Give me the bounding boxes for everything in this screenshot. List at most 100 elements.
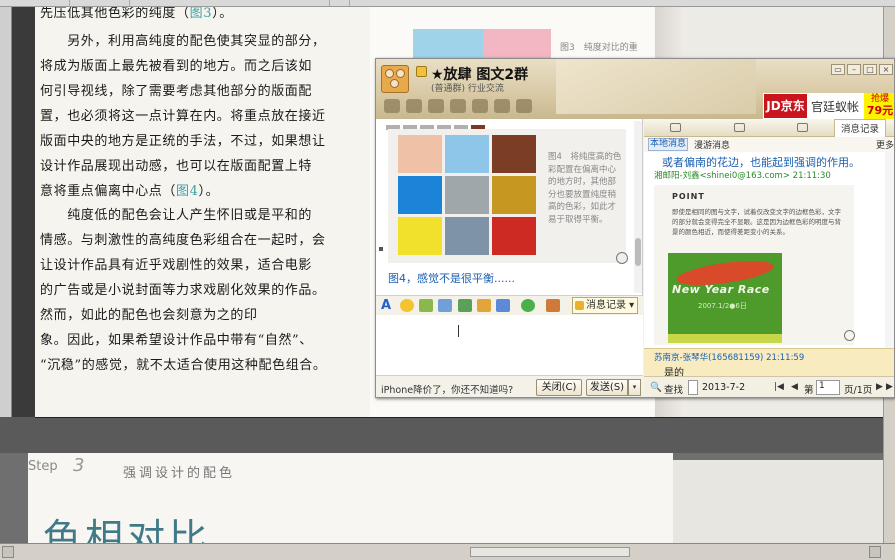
bubble-icon[interactable] xyxy=(496,299,510,312)
scroll-thumb[interactable] xyxy=(470,547,630,557)
book-paragraph-2: 另外，利用高纯度的配色使其突显的部分， 将成为版面上最先被看到的地方。而之后该如何… xyxy=(40,29,330,204)
chat-message-area[interactable]: 图4 将纯度高的色彩配置在偏离中心的地方时，其他部分也要放置纯度稍高的色彩，如此… xyxy=(376,119,643,295)
page-input[interactable]: 1 xyxy=(816,380,840,395)
color-swatch xyxy=(398,176,442,214)
calendar-icon[interactable] xyxy=(688,380,698,395)
zoom-icon[interactable] xyxy=(616,252,628,264)
paragraph-text: ）。 xyxy=(198,184,220,199)
toolbar-segment[interactable] xyxy=(70,0,130,6)
window-icon[interactable] xyxy=(797,123,808,132)
paragraph-line: 另外，利用高纯度的配色使其突显的部分， xyxy=(40,34,326,49)
chat-message: 图4，感觉不是很平衡...... xyxy=(388,272,515,285)
tab-message-history-label: 消息记录 xyxy=(841,124,880,135)
section-title: 色相对比 xyxy=(43,516,212,543)
more-link[interactable]: 更多 xyxy=(876,138,894,151)
screenshot-icon[interactable] xyxy=(438,299,452,312)
history-sender: 湘邮阳-刘鑫<shinei0@163.com> 21:11:30 xyxy=(654,171,831,181)
message-input[interactable] xyxy=(376,315,643,375)
history-messages[interactable]: 或者偏南的花边，也能起到强调的作用。 湘邮阳-刘鑫<shinei0@163.co… xyxy=(644,152,894,348)
red-packet-icon[interactable] xyxy=(521,299,535,312)
history-shared-image[interactable]: POINT 即使是相同的图与文字，试着仅改变文字的边框色彩，文字的部分就会变得完… xyxy=(654,185,854,345)
header-skin-decoration xyxy=(556,59,756,114)
tab-local-messages[interactable]: 本地消息 xyxy=(648,138,688,151)
ad-banner[interactable]: JD京东 官廷蚁帐 抢爆 79元 xyxy=(763,93,894,119)
gear-icon[interactable] xyxy=(516,99,532,113)
ad-text-link[interactable]: iPhone降价了，你还不知道吗? xyxy=(381,382,513,396)
color-swatch xyxy=(398,135,442,173)
last-page-icon[interactable]: ▶| xyxy=(886,382,894,392)
window-controls: ▭ – □ × xyxy=(829,61,893,75)
page-total: 页/1页 xyxy=(844,385,873,396)
figure3-caption: 图3 纯度对比的重 xyxy=(560,43,638,53)
music-icon[interactable] xyxy=(477,299,491,312)
paragraph-line: 设计作品展现出动感，也可以在版面配置上特 xyxy=(40,159,313,174)
history-tabs: 消息记录 xyxy=(644,119,894,137)
prev-page-icon[interactable]: ◀ xyxy=(791,382,798,392)
search-label[interactable]: 查找 xyxy=(664,382,683,396)
tool-icon[interactable] xyxy=(546,299,560,312)
group-avatar[interactable] xyxy=(381,65,409,93)
paragraph-line: 象。因此，如果希望设计作品中带有“自然”、 xyxy=(40,333,313,348)
video-icon[interactable] xyxy=(428,99,444,113)
message-bullet xyxy=(379,247,383,251)
chat-header: ★放肆 图文2群 (普通群) 行业交流 ▭ – □ × JD京东 官廷蚁帐 抢爆 79元 xyxy=(376,59,894,119)
history-icon xyxy=(575,301,584,310)
paragraph-line: 纯度低的配色会让人产生怀旧或是平和的 xyxy=(40,208,313,223)
send-button[interactable]: 发送(S) xyxy=(586,379,628,396)
next-page-icon[interactable]: ▶ xyxy=(876,382,883,392)
maximize-button[interactable]: □ xyxy=(863,64,877,75)
step-title: 强调设计的配色 xyxy=(123,466,236,481)
toolbar-segment[interactable] xyxy=(0,0,70,6)
image-icon[interactable] xyxy=(458,299,472,312)
emoji-icon[interactable] xyxy=(400,299,414,312)
ad-price: 79元 xyxy=(866,104,894,117)
paragraph-line: 将成为版面上最先被看到的地方。而之后该如 xyxy=(40,59,313,74)
history-navigation: 🔍 查找 2013-7-2 |◀ ◀ 第 1 页/1页 ▶ ▶| xyxy=(644,376,894,397)
poster-date: 2007.1/2●6日 xyxy=(698,302,747,310)
toolbar-segment[interactable] xyxy=(330,0,350,6)
scroll-thumb[interactable] xyxy=(635,238,641,266)
font-icon[interactable]: A xyxy=(381,299,395,312)
toolbar-segment[interactable] xyxy=(130,0,330,6)
reader-left-gutter xyxy=(0,7,35,417)
chat-scrollbar[interactable] xyxy=(634,121,642,293)
history-message: 或者偏南的花边，也能起到强调的作用。 xyxy=(662,156,860,169)
zoom-icon[interactable] xyxy=(844,330,855,341)
tab-roaming-messages[interactable]: 漫游消息 xyxy=(694,138,730,151)
send-options-dropdown[interactable]: ▾ xyxy=(628,379,641,396)
shared-image[interactable]: 图4 将纯度高的色彩配置在偏离中心的地方时，其他部分也要放置纯度稍高的色彩，如此… xyxy=(388,129,626,263)
scroll-left-button[interactable] xyxy=(2,546,14,558)
message-history-button[interactable]: 消息记录 ▾ xyxy=(572,297,638,314)
color-swatch xyxy=(445,217,489,255)
list-icon[interactable] xyxy=(734,123,745,132)
home-icon[interactable] xyxy=(384,99,400,113)
members-icon[interactable] xyxy=(670,123,681,132)
date-label[interactable]: 2013-7-2 xyxy=(702,382,745,393)
reader-horizontal-scrollbar[interactable] xyxy=(0,543,895,560)
audio-icon[interactable] xyxy=(450,99,466,113)
app-icon[interactable] xyxy=(494,99,510,113)
color-swatch xyxy=(398,217,442,255)
page-label: 第 xyxy=(804,385,814,396)
magic-emoji-icon[interactable] xyxy=(419,299,433,312)
image-point-label: POINT xyxy=(672,192,705,201)
history-scrollbar[interactable] xyxy=(885,152,894,348)
scroll-right-button[interactable] xyxy=(869,546,881,558)
chat-top-toolbar xyxy=(384,99,538,116)
close-window-button[interactable]: × xyxy=(879,64,893,75)
history-subtabs: 本地消息 漫游消息 更多 xyxy=(644,137,894,152)
file-icon[interactable] xyxy=(472,99,488,113)
close-button[interactable]: 关闭(C) xyxy=(536,379,582,396)
chat-subtitle: (普通群) 行业交流 xyxy=(431,84,504,94)
figure4-caption: 图4 将纯度高的色彩配置在偏离中心的地方时，其他部分也要放置纯度稍高的色彩，如此… xyxy=(548,152,622,225)
first-page-icon[interactable]: |◀ xyxy=(774,382,784,392)
share-icon[interactable] xyxy=(406,99,422,113)
vertical-ruler xyxy=(0,7,12,417)
skin-button[interactable]: ▭ xyxy=(831,64,845,75)
minimize-button[interactable]: – xyxy=(847,64,861,75)
jd-logo: JD京东 xyxy=(764,94,807,118)
search-icon[interactable]: 🔍 xyxy=(650,382,662,393)
poster-footer xyxy=(668,334,782,343)
reader-top-toolbar xyxy=(0,0,895,7)
book-page-2-right xyxy=(673,460,895,543)
